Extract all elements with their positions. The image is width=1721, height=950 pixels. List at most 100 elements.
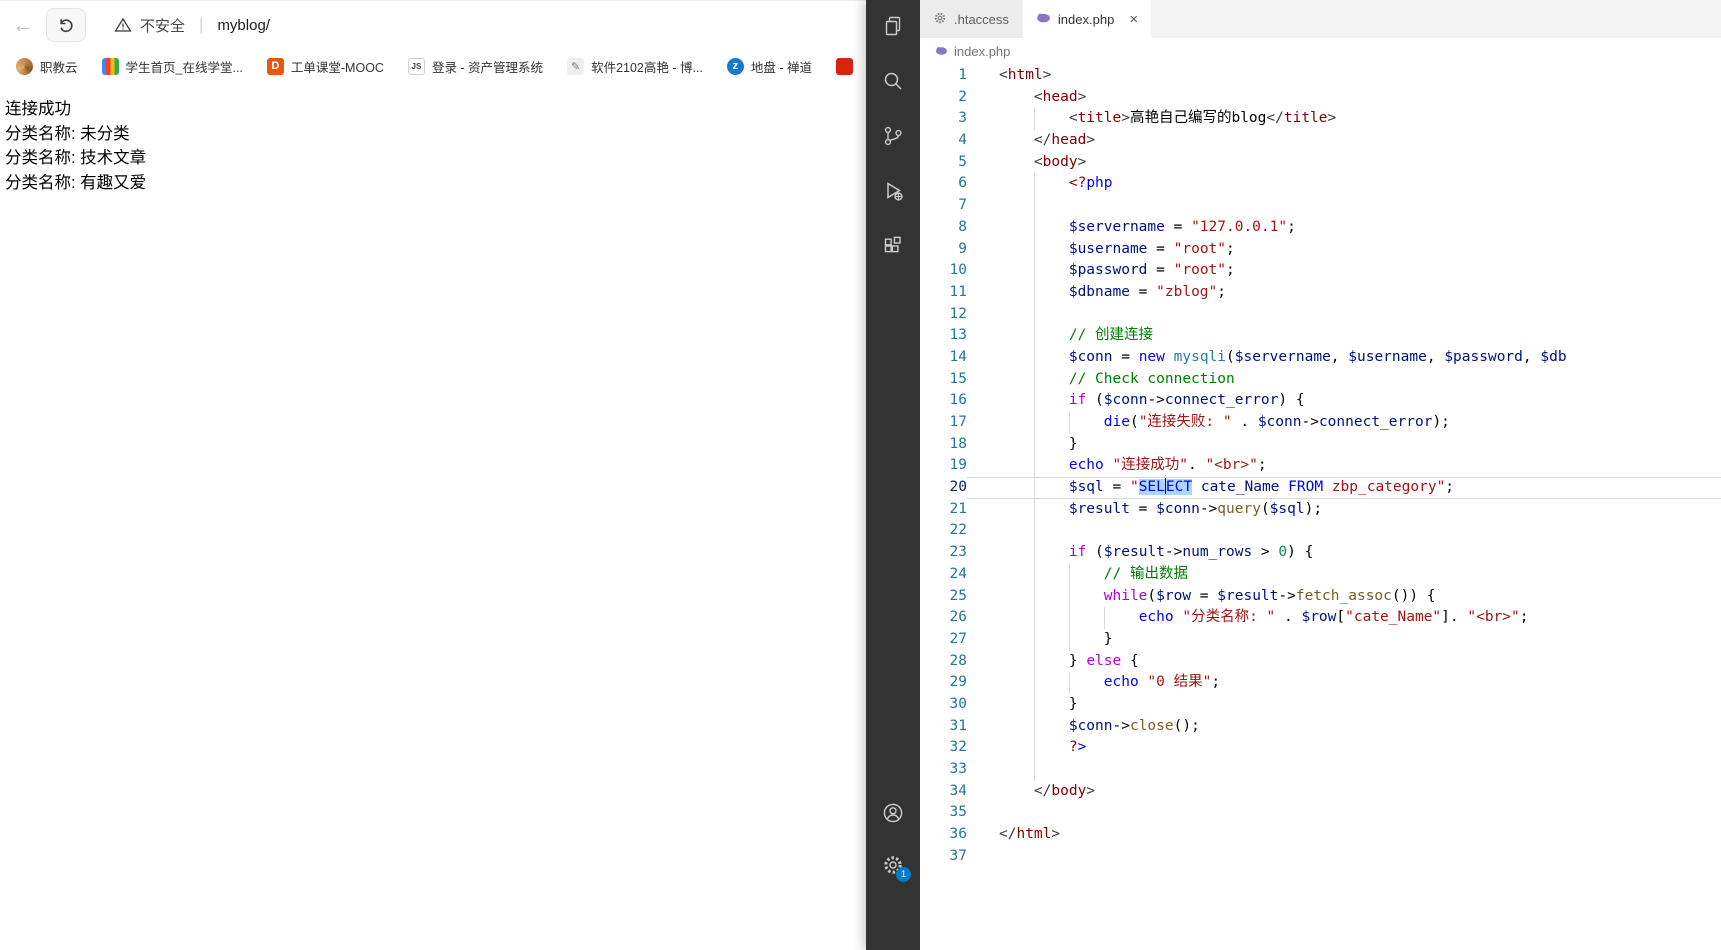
code-line-1[interactable]: 1 <html> [920,65,1721,87]
code-token: = [1129,283,1157,300]
line-number[interactable]: 14 [920,347,967,369]
code-line-16[interactable]: 16 if ($conn->connect_error) { [920,390,1721,412]
line-number[interactable]: 18 [920,434,967,456]
code-line-24[interactable]: 24 // 输出数据 [920,563,1721,586]
line-number[interactable]: 26 [920,607,967,629]
line-number[interactable]: 12 [920,304,967,326]
code-line-2[interactable]: 2 <head> [920,87,1721,109]
line-number[interactable]: 19 [920,455,967,477]
code-line-34[interactable]: 34 </body> [920,781,1721,803]
code-line-21[interactable]: 21 $result = $conn->query($sql); [920,498,1721,521]
code-line-17[interactable]: 17 die("连接失败: " . $conn->connect_error); [920,412,1721,434]
search-icon[interactable] [880,68,906,94]
line-number[interactable]: 35 [920,802,967,824]
code-line-23[interactable]: 23 if ($result->num_rows > 0) { [920,542,1721,564]
line-number[interactable]: 30 [920,694,967,716]
bookmark-asset-system[interactable]: JS 登录 - 资产管理系统 [407,57,543,76]
line-number[interactable]: 8 [920,217,967,239]
site-info[interactable]: 不安全 | myblog/ [114,15,270,36]
code-line-11[interactable]: 11 $dbname = "zblog"; [920,281,1721,304]
line-number[interactable]: 5 [920,152,967,174]
code-line-26[interactable]: 26 echo "分类名称: " . $row["cate_Name"]. "<… [920,607,1721,629]
line-number[interactable]: 3 [920,108,967,130]
code-line-37[interactable]: 37 [920,846,1721,868]
line-number[interactable]: 17 [920,412,967,434]
line-number[interactable]: 7 [920,195,967,217]
code-line-19[interactable]: 19 echo "连接成功". "<br>"; [920,455,1721,478]
refresh-button[interactable] [46,8,86,42]
line-number[interactable]: 11 [920,282,967,304]
line-number[interactable]: 20 [920,477,967,499]
code-line-10[interactable]: 10 $password = "root"; [920,260,1721,282]
line-number[interactable]: 9 [920,239,967,261]
line-number[interactable]: 36 [920,824,967,846]
code-line-5[interactable]: 5 <body> [920,152,1721,174]
line-number[interactable]: 33 [920,759,967,781]
bookmark-xuetang[interactable]: 学生首页_在线学堂... [101,57,243,76]
account-icon[interactable] [880,800,906,826]
code-line-32[interactable]: 32 ?> [920,737,1721,759]
line-number[interactable]: 16 [920,390,967,412]
code-line-31[interactable]: 31 $conn->close(); [920,715,1721,738]
code-line-8[interactable]: 8 $servername = "127.0.0.1"; [920,216,1721,239]
source-control-icon[interactable] [880,123,906,149]
line-number[interactable]: 6 [920,173,967,195]
line-number[interactable]: 15 [920,369,967,391]
bookmark-clipped[interactable] [836,57,854,75]
code-line-20[interactable]: 20 $sql = "SELECT cate_Name FROM zbp_cat… [920,477,1721,499]
bookmark-zhijiaoyun[interactable]: 职教云 [16,57,78,76]
code-line-35[interactable]: 35 [920,802,1721,824]
code-line-9[interactable]: 9 $username = "root"; [920,238,1721,261]
code-line-28[interactable]: 28 } else { [920,650,1721,673]
line-number[interactable]: 34 [920,781,967,803]
zhijiaoyun-favicon-icon [16,57,33,75]
code-line-14[interactable]: 14 $conn = new mysqli($servername, $user… [920,346,1721,369]
line-number[interactable]: 25 [920,586,967,608]
line-number[interactable]: 4 [920,130,967,152]
code-line-6[interactable]: 6 <?php [920,173,1721,196]
line-number[interactable]: 13 [920,325,967,347]
tab-close-icon[interactable]: × [1129,11,1138,28]
line-number[interactable]: 28 [920,651,967,673]
line-number[interactable]: 10 [920,260,967,282]
line-number[interactable]: 24 [920,564,967,586]
run-debug-icon[interactable] [880,178,906,204]
tab-indexphp[interactable]: index.php × [1022,0,1153,38]
line-number[interactable]: 21 [920,499,967,521]
code-line-7[interactable]: 7 [920,195,1721,217]
bookmark-blog[interactable]: ✎ 软件2102高艳 - 博... [567,57,703,76]
code-line-15[interactable]: 15 // Check connection [920,368,1721,391]
tab-htaccess[interactable]: .htaccess [920,0,1023,38]
code-line-22[interactable]: 22 [920,520,1721,543]
line-number[interactable]: 32 [920,737,967,759]
code-line-33[interactable]: 33 [920,759,1721,781]
code-line-25[interactable]: 25 while($row = $result->fetch_assoc()) … [920,585,1721,608]
bookmark-mooc[interactable]: D 工单课堂-MOOC [266,57,384,76]
code-line-30[interactable]: 30 } [920,693,1721,716]
files-icon[interactable] [880,13,906,39]
line-number[interactable]: 2 [920,87,967,109]
code-line-4[interactable]: 4 </head> [920,130,1721,152]
line-number[interactable]: 27 [920,629,967,651]
line-number[interactable]: 31 [920,716,967,738]
line-number[interactable]: 29 [920,672,967,694]
line-number[interactable]: 1 [920,65,967,87]
code-line-18[interactable]: 18 } [920,433,1721,456]
code-line-3[interactable]: 3 <title>高艳自己编写的blog</title> [920,108,1721,131]
breadcrumb[interactable]: index.php [920,38,1721,65]
settings-gear-icon[interactable]: 1 [880,852,911,882]
code-text: $conn->close(); [967,715,1721,738]
code-line-13[interactable]: 13 // 创建连接 [920,325,1721,347]
bookmark-zentao[interactable]: z 地盘 - 禅道 [726,57,812,76]
back-button-icon[interactable]: ← [12,12,46,38]
extensions-icon[interactable] [880,233,906,259]
code-editor[interactable]: 1 <html> 2 <head> 3 <title>高艳自己编写的blog</tit… [920,65,1721,950]
code-line-27[interactable]: 27 } [920,628,1721,651]
line-number[interactable]: 37 [920,846,967,868]
line-number[interactable]: 23 [920,542,967,564]
code-line-29[interactable]: 29 echo "0 结果"; [920,672,1721,694]
line-number[interactable]: 22 [920,520,967,542]
code-line-12[interactable]: 12 [920,303,1721,326]
code-line-36[interactable]: 36 </html> [920,824,1721,846]
url-text[interactable]: myblog/ [217,17,270,34]
